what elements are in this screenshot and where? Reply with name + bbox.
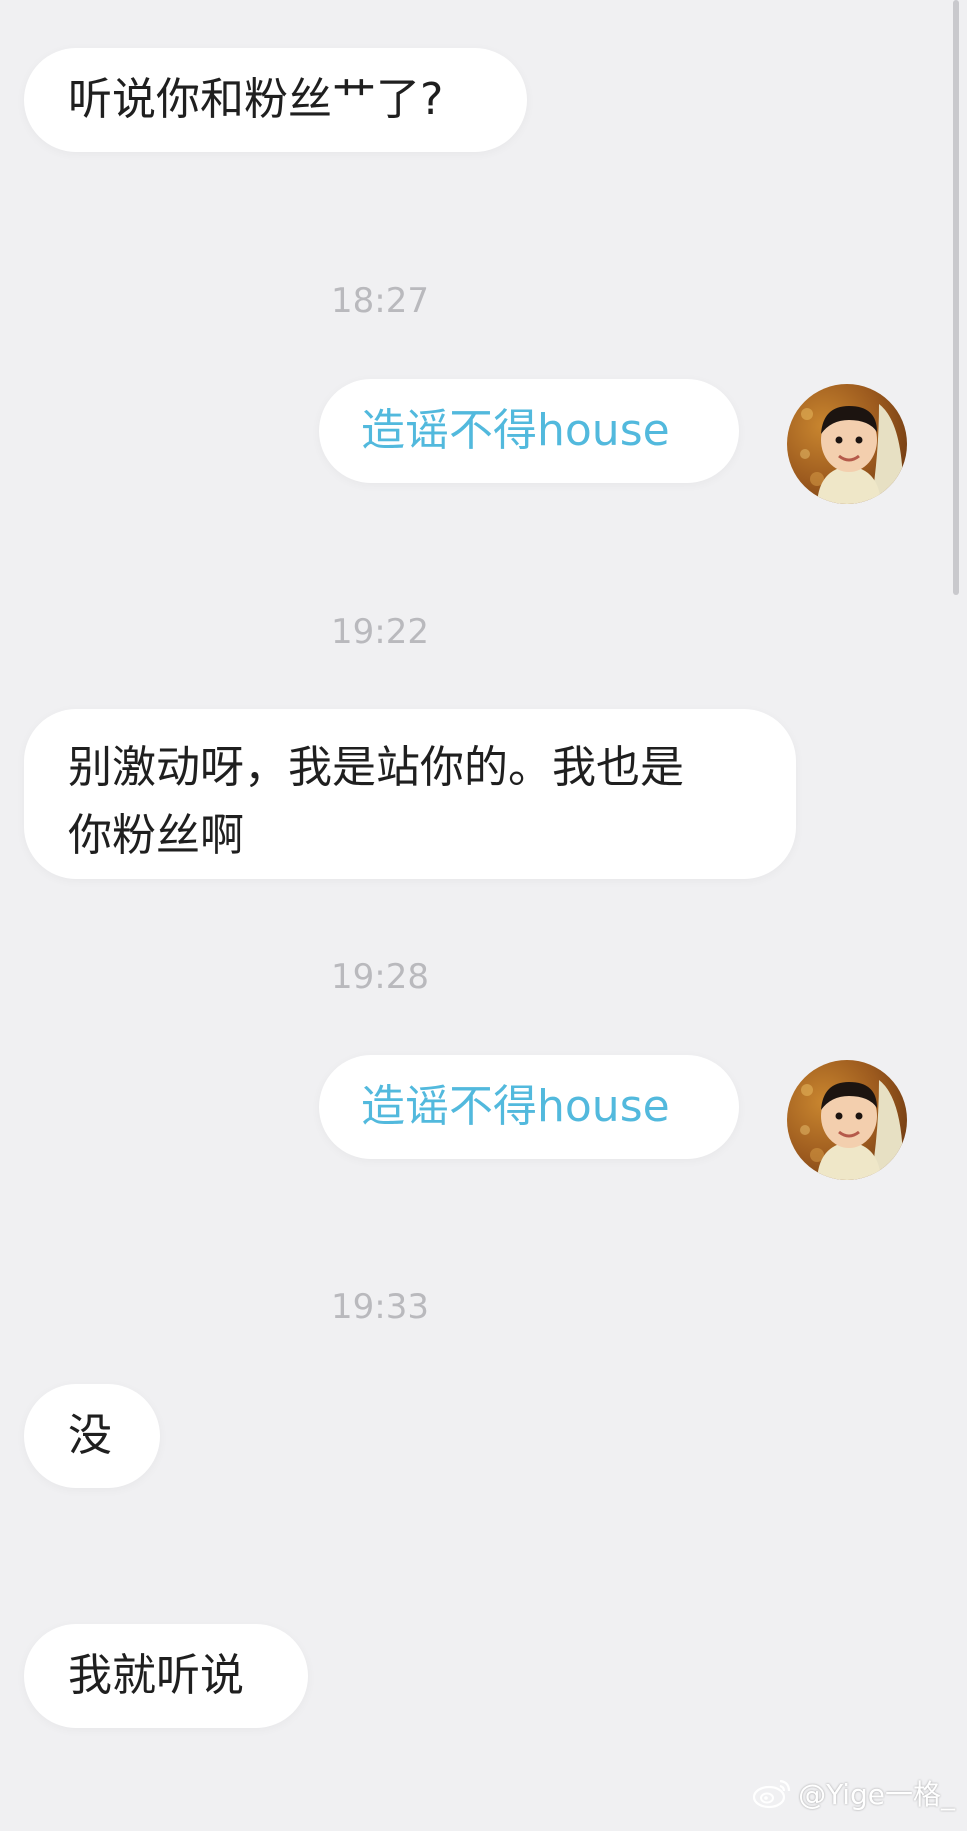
message-bubble-incoming[interactable]: 我就听说: [24, 1624, 308, 1728]
message-bubble-outgoing[interactable]: 造谣不得house: [319, 1055, 739, 1159]
message-bubble-outgoing[interactable]: 造谣不得house: [319, 379, 739, 483]
timestamp: 19:22: [331, 612, 429, 652]
timestamp: 18:27: [331, 281, 429, 321]
avatar-image: [787, 384, 907, 504]
user-avatar[interactable]: [787, 1060, 907, 1180]
watermark: @Yige一格_: [752, 1773, 955, 1813]
watermark-text: @Yige一格_: [798, 1778, 955, 1811]
avatar-image: [787, 1060, 907, 1180]
scrollbar[interactable]: [953, 0, 959, 595]
timestamp: 19:28: [331, 957, 429, 997]
weibo-icon: [753, 1779, 791, 1809]
message-bubble-incoming[interactable]: 听说你和粉丝艹了?: [24, 48, 527, 152]
user-avatar[interactable]: [787, 384, 907, 504]
timestamp: 19:33: [331, 1287, 429, 1327]
message-bubble-incoming[interactable]: 别激动呀，我是站你的。我也是 你粉丝啊: [24, 709, 796, 879]
message-bubble-incoming[interactable]: 没: [24, 1384, 160, 1488]
